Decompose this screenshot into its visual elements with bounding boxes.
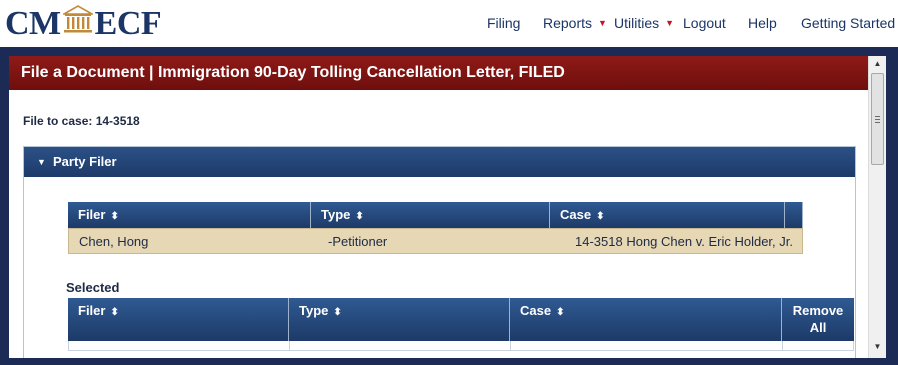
top-navigation: CM ECF Filing Reports ▼ Utilities ▼ Logo…	[0, 0, 898, 47]
table-row[interactable]: Chen, Hong -Petitioner 14-3518 Hong Chen…	[68, 228, 803, 254]
cell-filer: Chen, Hong	[79, 234, 149, 249]
column-label: Case	[560, 207, 592, 222]
scroll-up-arrow-icon[interactable]: ▲	[869, 57, 886, 71]
column-label: Filer	[78, 303, 106, 318]
sort-updown-icon: ⬍	[596, 211, 605, 222]
filers-table-header: Filer ⬍ Type ⬍ Case ⬍	[68, 202, 803, 228]
column-header-spacer	[785, 202, 803, 228]
column-header-filer[interactable]: Filer ⬍	[68, 298, 289, 341]
column-header-type[interactable]: Type ⬍	[289, 298, 510, 341]
nav-getting-started-label: Getting Started	[801, 15, 896, 31]
dropdown-caret-icon: ▼	[598, 18, 607, 28]
nav-reports[interactable]: Reports ▼	[543, 15, 607, 31]
vertical-scrollbar[interactable]: ▲ ▼	[868, 56, 886, 358]
nav-filing-label: Filing	[487, 15, 521, 31]
party-filer-toggle[interactable]: ▼ Party Filer	[24, 147, 855, 177]
file-document-window: File a Document | Immigration 90-Day Tol…	[9, 56, 886, 358]
remove-all-label-line1: Remove	[792, 303, 844, 318]
column-divider	[510, 341, 511, 351]
column-header-filer[interactable]: Filer ⬍	[68, 202, 311, 228]
nav-help[interactable]: Help	[748, 15, 777, 31]
nav-utilities-label: Utilities	[614, 15, 660, 31]
sort-updown-icon: ⬍	[110, 211, 119, 222]
party-filer-panel: ▼ Party Filer Filer ⬍ Type ⬍ Case ⬍ Chen, H…	[23, 146, 856, 358]
nav-filing[interactable]: Filing	[487, 15, 520, 31]
triangle-down-icon: ▼	[37, 157, 46, 167]
column-label: Case	[520, 303, 552, 318]
remove-all-label-line2: All	[809, 320, 827, 335]
panel-title: Party Filer	[53, 154, 117, 169]
column-divider	[289, 341, 290, 351]
column-divider	[782, 341, 783, 351]
cell-type: -Petitioner	[328, 234, 388, 249]
selected-heading: Selected	[66, 280, 120, 295]
selected-empty-row	[68, 341, 854, 351]
column-header-case[interactable]: Case ⬍	[550, 202, 785, 228]
nav-logout-label: Logout	[683, 15, 726, 31]
nav-reports-label: Reports	[543, 15, 593, 31]
nav-logout[interactable]: Logout	[683, 15, 726, 31]
case-number-line: File to case: 14-3518	[23, 114, 140, 128]
cell-case: 14-3518 Hong Chen v. Eric Holder, Jr.	[575, 234, 793, 249]
column-label: Type	[299, 303, 329, 318]
dropdown-caret-icon: ▼	[665, 18, 675, 28]
nav-utilities[interactable]: Utilities ▼	[614, 15, 674, 31]
scroll-down-arrow-icon[interactable]: ▼	[869, 340, 886, 354]
column-label: Type	[321, 207, 351, 222]
sort-updown-icon: ⬍	[110, 307, 119, 318]
nav-getting-started[interactable]: Getting Started	[801, 15, 895, 31]
window-content: File to case: 14-3518 ▼ Party Filer File…	[9, 90, 868, 358]
grip-line	[875, 122, 880, 123]
column-label: Filer	[78, 207, 106, 222]
sort-updown-icon: ⬍	[355, 211, 364, 222]
window-title: File a Document | Immigration 90-Day Tol…	[9, 56, 868, 90]
column-header-case[interactable]: Case ⬍	[510, 298, 782, 341]
sort-updown-icon: ⬍	[556, 307, 565, 318]
remove-all-button[interactable]: Remove All	[782, 298, 854, 341]
grip-line	[875, 119, 880, 120]
grip-line	[875, 116, 880, 117]
scroll-thumb[interactable]	[871, 73, 884, 165]
column-header-type[interactable]: Type ⬍	[311, 202, 550, 228]
nav-help-label: Help	[748, 15, 777, 31]
main-nav: Filing Reports ▼ Utilities ▼ Logout Help G…	[0, 15, 898, 33]
selected-table-header: Filer ⬍ Type ⬍ Case ⬍ Remove All	[68, 298, 854, 341]
sort-updown-icon: ⬍	[333, 307, 342, 318]
